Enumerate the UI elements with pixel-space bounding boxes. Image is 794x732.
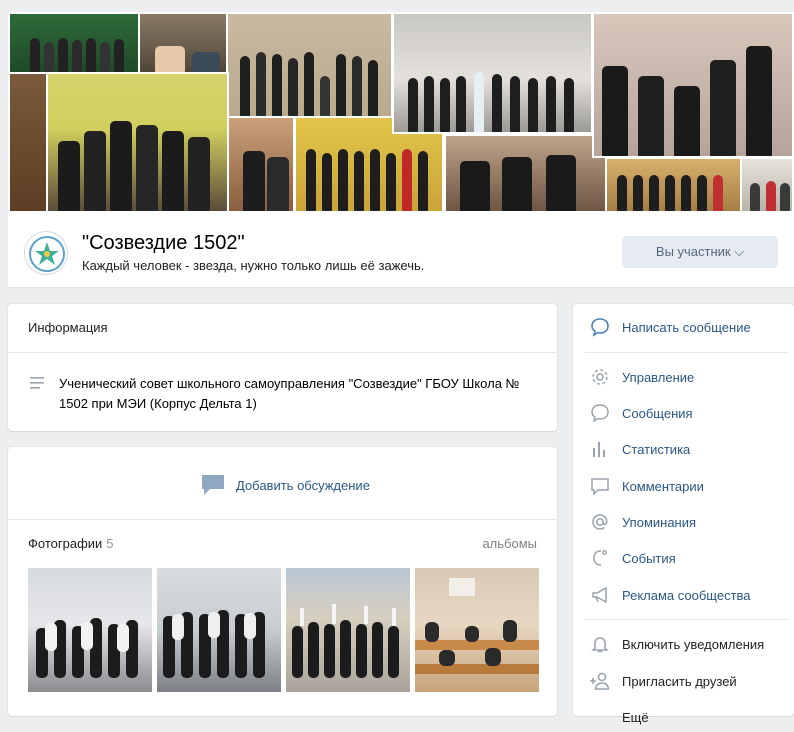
enable-notifications-label: Включить уведомления xyxy=(622,636,765,652)
chat-bubble-icon xyxy=(589,402,611,424)
add-user-icon xyxy=(589,670,611,692)
add-discussion-button[interactable]: Добавить обсуждение xyxy=(200,473,370,497)
sidebar-item-ads[interactable]: Реклама сообщества xyxy=(573,580,794,610)
sidebar-item-label: Сообщения xyxy=(622,405,693,421)
cover-photo xyxy=(138,12,228,74)
group-avatar[interactable] xyxy=(24,231,68,275)
sidebar-item-label: События xyxy=(622,550,676,566)
sidebar-item-label: Реклама сообщества xyxy=(622,587,751,603)
sidebar-item-mentions[interactable]: Упоминания xyxy=(573,507,794,537)
member-button[interactable]: Вы участник ⌵ xyxy=(622,236,778,268)
cover-photo xyxy=(740,157,794,213)
photo-grid xyxy=(28,568,539,692)
sidebar-item-label: Управление xyxy=(622,369,695,385)
photo-thumbnail[interactable] xyxy=(157,568,281,692)
sidebar-item-label: Статистика xyxy=(622,441,691,457)
discussion-photos-card: Добавить обсуждение Фотографии 5 альбомы xyxy=(8,447,557,716)
write-message-label: Написать сообщение xyxy=(622,319,751,335)
cover-photo xyxy=(605,157,742,213)
sidebar-item-events[interactable]: События xyxy=(573,543,794,573)
star-logo-icon xyxy=(29,236,65,272)
photos-heading[interactable]: Фотографии 5 xyxy=(28,536,114,551)
info-description: Ученический совет школьного самоуправлен… xyxy=(59,376,520,411)
cover-photo xyxy=(8,12,140,74)
gear-icon xyxy=(589,366,611,388)
at-icon xyxy=(589,511,611,533)
divider xyxy=(585,619,788,620)
info-card: Информация Ученический совет школьного с… xyxy=(8,304,557,431)
cover-photo xyxy=(444,134,607,213)
photo-thumbnail[interactable] xyxy=(415,568,539,692)
sidebar-item-statistics[interactable]: Статистика xyxy=(573,434,794,464)
sidebar-item-label: Комментарии xyxy=(622,478,704,494)
cover-photo xyxy=(226,12,393,118)
discussion-icon xyxy=(200,473,226,497)
photo-thumbnail[interactable] xyxy=(28,568,152,692)
megaphone-icon xyxy=(589,584,611,606)
group-status: Каждый человек - звезда, нужно только ли… xyxy=(82,258,425,273)
more-button[interactable]: Ещё xyxy=(573,702,794,732)
group-header: "Созвездие 1502" Каждый человек - звезда… xyxy=(8,213,794,288)
cover-photo xyxy=(46,72,229,213)
bar-chart-icon xyxy=(589,438,611,460)
info-heading: Информация xyxy=(8,304,557,353)
bell-icon xyxy=(589,633,611,655)
photos-count: 5 xyxy=(106,536,114,551)
cover-image[interactable] xyxy=(8,12,794,213)
photos-heading-label: Фотографии xyxy=(28,536,103,551)
invite-friends-button[interactable]: Пригласить друзей xyxy=(573,666,794,696)
more-icon xyxy=(589,706,611,728)
event-icon xyxy=(589,547,611,569)
sidebar-item-label: Упоминания xyxy=(622,514,697,530)
cover-photo xyxy=(227,116,295,213)
photo-thumbnail[interactable] xyxy=(286,568,410,692)
add-discussion-label: Добавить обсуждение xyxy=(236,477,370,493)
write-message-button[interactable]: Написать сообщение xyxy=(573,312,794,342)
divider xyxy=(585,352,788,353)
chat-bubble-icon xyxy=(589,316,611,338)
more-label: Ещё xyxy=(622,709,649,725)
sidebar-item-comments[interactable]: Комментарии xyxy=(573,471,794,501)
cover-photo xyxy=(592,12,794,158)
enable-notifications-button[interactable]: Включить уведомления xyxy=(573,629,794,659)
invite-friends-label: Пригласить друзей xyxy=(622,673,737,689)
albums-link[interactable]: альбомы xyxy=(482,536,537,551)
sidebar-item-manage[interactable]: Управление xyxy=(573,362,794,392)
menu-lines-icon xyxy=(30,376,46,390)
comment-icon xyxy=(589,475,611,497)
cover-photo xyxy=(392,12,593,134)
info-description-row: Ученический совет школьного самоуправлен… xyxy=(28,374,538,414)
actions-sidebar: Написать сообщение Управление Сообщения … xyxy=(573,304,794,725)
cover-photo xyxy=(8,72,48,213)
sidebar-item-messages[interactable]: Сообщения xyxy=(573,398,794,428)
divider xyxy=(8,519,557,520)
group-title: "Созвездие 1502" xyxy=(82,232,245,254)
